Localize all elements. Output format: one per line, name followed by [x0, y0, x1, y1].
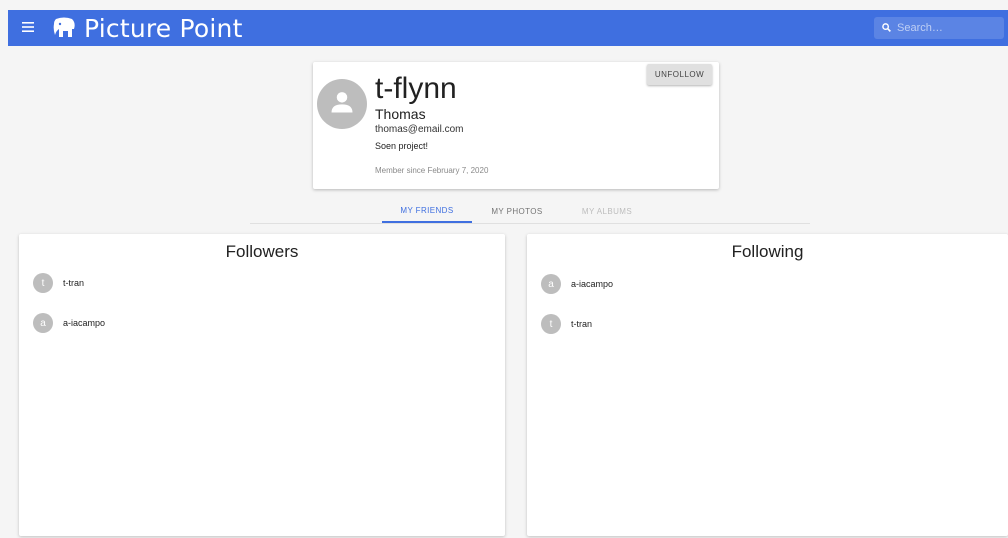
following-item[interactable]: t t-tran — [541, 314, 592, 334]
avatar: t — [541, 314, 561, 334]
profile-avatar — [317, 79, 367, 129]
menu-icon — [22, 19, 34, 37]
profile-card: t-flynn Thomas thomas@email.com Soen pro… — [313, 62, 719, 189]
following-name: a-iacampo — [571, 279, 614, 289]
app-title[interactable]: Picture Point — [84, 14, 243, 43]
profile-tabs: MY FRIENDS MY PHOTOS MY ALBUMS — [250, 200, 810, 224]
profile-name: Thomas — [375, 106, 426, 122]
search-input[interactable] — [897, 22, 997, 34]
person-icon — [328, 88, 356, 121]
follower-name: a-iacampo — [63, 318, 106, 328]
avatar: a — [33, 313, 53, 333]
followers-panel: Followers t t-tran a a-iacampo — [19, 234, 505, 536]
search-icon — [882, 19, 891, 37]
search-box[interactable] — [874, 17, 1004, 39]
profile-email: thomas@email.com — [375, 124, 464, 135]
menu-button[interactable] — [18, 18, 38, 38]
profile-bio: Soen project! — [375, 141, 429, 151]
followers-title: Followers — [225, 242, 299, 261]
following-item[interactable]: a a-iacampo — [541, 274, 613, 294]
follower-item[interactable]: t t-tran — [33, 273, 84, 293]
following-name: t-tran — [571, 319, 593, 329]
tab-my-friends[interactable]: MY FRIENDS — [382, 200, 472, 223]
avatar: t — [33, 273, 53, 293]
elephant-logo-icon — [52, 15, 78, 41]
following-panel: Following a a-iacampo t t-tran — [527, 234, 1008, 536]
unfollow-button[interactable]: UNFOLLOW — [647, 64, 712, 85]
profile-username: t-flynn — [375, 72, 457, 105]
tab-my-albums[interactable]: MY ALBUMS — [562, 200, 652, 223]
follower-item[interactable]: a a-iacampo — [33, 313, 105, 333]
member-since: Member since February 7, 2020 — [375, 166, 489, 175]
tab-my-photos[interactable]: MY PHOTOS — [472, 200, 562, 223]
follower-name: t-tran — [63, 278, 85, 288]
app-bar: Picture Point — [8, 10, 1008, 46]
following-title: Following — [731, 242, 804, 261]
avatar: a — [541, 274, 561, 294]
